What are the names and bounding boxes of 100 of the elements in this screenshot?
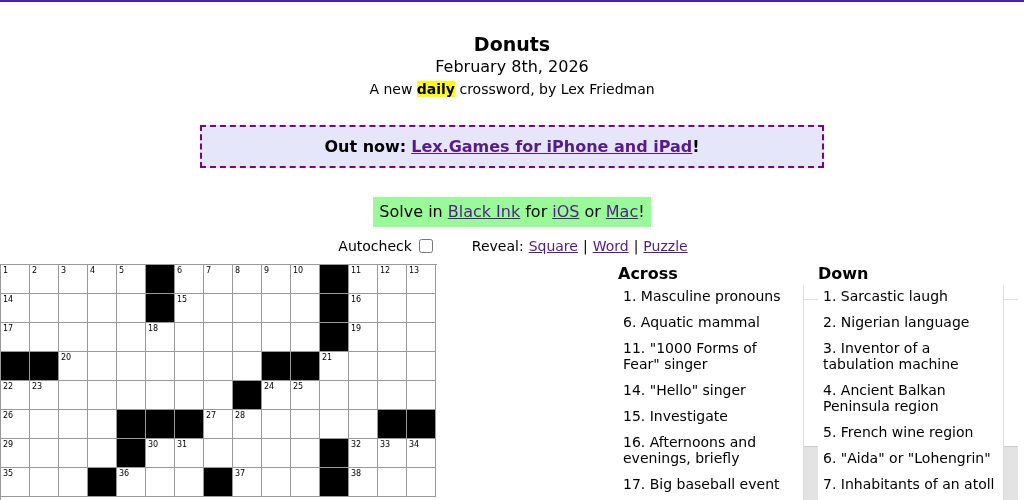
grid-square[interactable] [59, 410, 88, 439]
app-link[interactable]: Lex.Games for iPhone and iPad [411, 137, 693, 156]
clue-item[interactable]: 1. Masculine pronouns [618, 285, 794, 311]
grid-square[interactable]: 8 [233, 265, 262, 294]
clue-item[interactable]: 2. Nigerian language [818, 311, 1004, 337]
blocked-square[interactable] [175, 410, 204, 439]
grid-square[interactable] [262, 294, 291, 323]
grid-square[interactable]: 4 [88, 265, 117, 294]
grid-square[interactable]: 20 [59, 352, 88, 381]
grid-square[interactable] [88, 323, 117, 352]
clue-item[interactable]: 15. Investigate [618, 405, 794, 431]
grid-square[interactable] [407, 352, 436, 381]
grid-square[interactable]: 15 [175, 294, 204, 323]
clue-item[interactable]: 17. Big baseball event [618, 473, 794, 499]
blocked-square[interactable] [146, 410, 175, 439]
grid-square[interactable]: 7 [204, 265, 233, 294]
blocked-square[interactable] [204, 468, 233, 497]
grid-square[interactable]: 1 [1, 265, 30, 294]
grid-square[interactable]: 12 [378, 265, 407, 294]
grid-square[interactable]: 31 [175, 439, 204, 468]
grid-square[interactable]: 17 [1, 323, 30, 352]
grid-square[interactable]: 33 [378, 439, 407, 468]
blocked-square[interactable] [30, 352, 59, 381]
clue-item[interactable]: 1. Sarcastic laugh [818, 285, 1004, 311]
reveal-link[interactable]: Square [528, 238, 578, 254]
clue-item[interactable]: 7. Inhabitants of an atoll [818, 473, 1004, 499]
blocked-square[interactable] [233, 381, 262, 410]
clue-item[interactable]: 3. Inventor of a tabulation machine [818, 337, 1004, 379]
grid-square[interactable]: 38 [349, 468, 378, 497]
grid-square[interactable] [146, 352, 175, 381]
grid-square[interactable] [30, 468, 59, 497]
grid-square[interactable] [407, 468, 436, 497]
clue-item[interactable]: 6. "Aida" or "Lohengrin" [818, 447, 1004, 473]
blocked-square[interactable] [320, 439, 349, 468]
blocked-square[interactable] [146, 294, 175, 323]
grid-square[interactable]: 29 [1, 439, 30, 468]
grid-square[interactable] [30, 410, 59, 439]
grid-square[interactable]: 21 [320, 352, 349, 381]
grid-square[interactable]: 28 [233, 410, 262, 439]
grid-square[interactable]: 5 [117, 265, 146, 294]
grid-square[interactable]: 24 [262, 381, 291, 410]
grid-square[interactable]: 25 [291, 381, 320, 410]
grid-square[interactable] [204, 323, 233, 352]
grid-square[interactable]: 37 [233, 468, 262, 497]
grid-square[interactable]: 10 [291, 265, 320, 294]
clue-item[interactable]: 4. Ancient Balkan Peninsula region [818, 379, 1004, 421]
grid-square[interactable] [30, 439, 59, 468]
grid-square[interactable] [378, 352, 407, 381]
grid-square[interactable]: 14 [1, 294, 30, 323]
grid-square[interactable]: 11 [349, 265, 378, 294]
grid-square[interactable] [117, 352, 146, 381]
grid-square[interactable]: 3 [59, 265, 88, 294]
reveal-link[interactable]: Puzzle [643, 238, 688, 254]
grid-square[interactable] [59, 294, 88, 323]
grid-square[interactable] [233, 294, 262, 323]
grid-square[interactable] [378, 294, 407, 323]
grid-square[interactable]: 18 [146, 323, 175, 352]
blocked-square[interactable] [88, 468, 117, 497]
solve-link[interactable]: Black Ink [447, 202, 521, 222]
grid-square[interactable]: 27 [204, 410, 233, 439]
grid-square[interactable]: 34 [407, 439, 436, 468]
grid-square[interactable]: 19 [349, 323, 378, 352]
grid-square[interactable]: 9 [262, 265, 291, 294]
autocheck-checkbox[interactable] [418, 239, 433, 253]
grid-square[interactable] [262, 468, 291, 497]
clue-item[interactable]: 6. Aquatic mammal [618, 311, 794, 337]
grid-square[interactable]: 30 [146, 439, 175, 468]
blocked-square[interactable] [320, 323, 349, 352]
grid-square[interactable] [378, 468, 407, 497]
grid-square[interactable]: 13 [407, 265, 436, 294]
grid-square[interactable] [407, 294, 436, 323]
grid-square[interactable]: 36 [117, 468, 146, 497]
grid-square[interactable]: 32 [349, 439, 378, 468]
grid-square[interactable] [378, 323, 407, 352]
blocked-square[interactable] [1, 352, 30, 381]
blocked-square[interactable] [146, 265, 175, 294]
blocked-square[interactable] [262, 352, 291, 381]
blocked-square[interactable] [407, 410, 436, 439]
grid-square[interactable]: 35 [1, 468, 30, 497]
reveal-link[interactable]: Word [592, 238, 629, 254]
grid-square[interactable] [407, 323, 436, 352]
clue-item[interactable]: 11. "1000 Forms of Fear" singer [618, 337, 794, 379]
grid-square[interactable]: 22 [1, 381, 30, 410]
clue-item[interactable]: 14. "Hello" singer [618, 379, 794, 405]
grid-square[interactable] [204, 294, 233, 323]
grid-square[interactable] [88, 294, 117, 323]
grid-square[interactable]: 16 [349, 294, 378, 323]
blocked-square[interactable] [378, 410, 407, 439]
grid-square[interactable] [30, 294, 59, 323]
blocked-square[interactable] [320, 265, 349, 294]
grid-square[interactable] [262, 439, 291, 468]
grid-square[interactable] [88, 352, 117, 381]
blocked-square[interactable] [291, 352, 320, 381]
grid-square[interactable]: 23 [30, 381, 59, 410]
blocked-square[interactable] [320, 468, 349, 497]
blocked-square[interactable] [117, 439, 146, 468]
clue-item[interactable]: 5. French wine region [818, 421, 1004, 447]
grid-square[interactable]: 2 [30, 265, 59, 294]
solve-link[interactable]: Mac [605, 202, 639, 222]
grid-square[interactable] [175, 352, 204, 381]
